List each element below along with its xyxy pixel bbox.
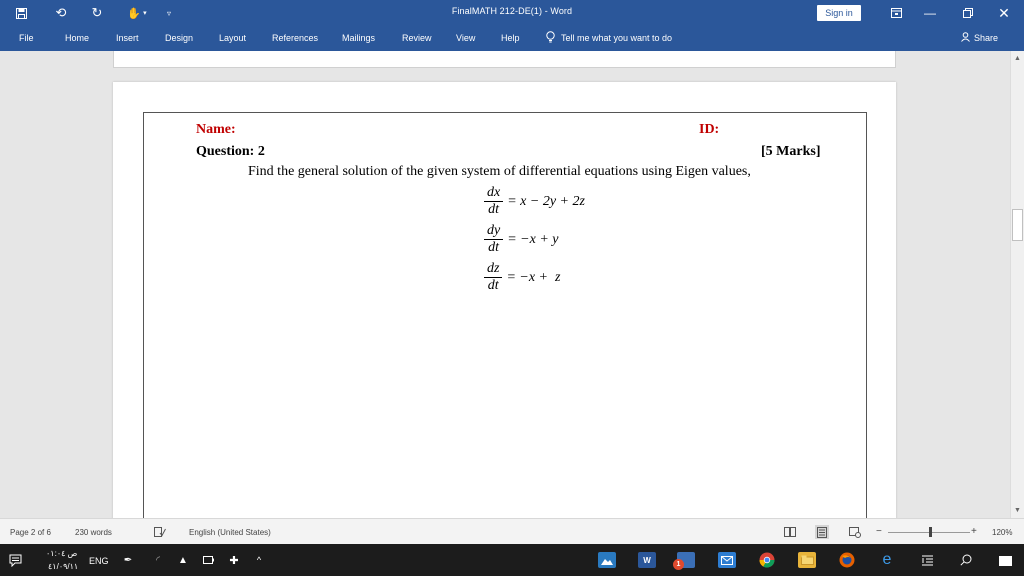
- teams-app-icon[interactable]: 1: [673, 552, 695, 570]
- document-page[interactable]: Name: ID: Question: 2 [5 Marks] Find the…: [113, 82, 896, 518]
- question-box: Name: ID: Question: 2 [5 Marks] Find the…: [143, 112, 867, 518]
- firefox-app-icon[interactable]: [838, 552, 856, 568]
- derivative-fraction: dz dt: [484, 261, 503, 294]
- tell-me-text: Tell me what you want to do: [561, 33, 673, 43]
- tab-layout[interactable]: Layout: [219, 33, 246, 43]
- tab-design[interactable]: Design: [165, 33, 193, 43]
- close-icon[interactable]: ✕: [990, 2, 1018, 24]
- derivative-fraction: dx dt: [484, 185, 504, 218]
- notification-badge: 1: [673, 559, 684, 570]
- page-count[interactable]: Page 2 of 6: [10, 528, 51, 537]
- tab-help[interactable]: Help: [501, 33, 520, 43]
- tab-insert[interactable]: Insert: [116, 33, 139, 43]
- restore-icon[interactable]: [954, 2, 982, 24]
- action-center-icon[interactable]: [6, 550, 24, 570]
- tab-review[interactable]: Review: [402, 33, 432, 43]
- minimize-icon[interactable]: —: [916, 2, 944, 24]
- chrome-app-icon[interactable]: [758, 552, 776, 568]
- previous-page: [113, 51, 896, 68]
- status-bar: Page 2 of 6 230 words English (United St…: [0, 518, 1024, 544]
- taskbar: ص ٠١:٠٤ ٤١/٠٩/١١ ENG ✒ ◜ ▲ ✚ ^ W 1 e: [0, 544, 1024, 576]
- equation-dx: dx dt = x − 2y + 2z: [484, 185, 585, 218]
- wifi-icon[interactable]: ◜: [150, 550, 166, 570]
- question-prompt: Find the general solution of the given s…: [248, 164, 751, 179]
- fraction-denominator: dt: [488, 240, 500, 255]
- title-bar: ⟲ ↻ ✋ ▾ ▿ FinalMATH 212-DE(1) - Word Sign…: [0, 0, 1024, 26]
- fraction-numerator: dz: [484, 261, 503, 278]
- network-icon[interactable]: ▲: [175, 550, 191, 570]
- search-icon[interactable]: [958, 550, 974, 570]
- marks-label: [5 Marks]: [761, 144, 821, 159]
- word-app-icon[interactable]: W: [638, 552, 656, 568]
- ribbon-tabs: File Home Insert Design Layout Reference…: [0, 26, 1024, 51]
- window-title: FinalMATH 212-DE(1) - Word: [451, 6, 573, 16]
- tell-me-box[interactable]: Tell me what you want to do: [546, 31, 672, 45]
- equation-dz: dz dt = −x + z: [484, 261, 560, 294]
- lightbulb-icon: [546, 31, 555, 45]
- input-language[interactable]: ENG: [89, 556, 109, 566]
- sign-in-button[interactable]: Sign in: [817, 5, 861, 21]
- proofing-icon[interactable]: [153, 525, 167, 539]
- internet-explorer-icon[interactable]: e: [878, 551, 896, 568]
- print-layout-icon[interactable]: [815, 525, 829, 539]
- file-explorer-icon[interactable]: [798, 552, 816, 568]
- zoom-out-button[interactable]: −: [876, 526, 882, 537]
- share-button[interactable]: Share: [961, 32, 998, 44]
- fraction-numerator: dy: [484, 223, 504, 240]
- windows-start-icon[interactable]: [996, 550, 1014, 570]
- zoom-in-button[interactable]: +: [971, 526, 977, 537]
- person-icon: [961, 32, 970, 44]
- language-indicator[interactable]: English (United States): [189, 528, 271, 537]
- photos-app-icon[interactable]: [598, 552, 616, 568]
- equation-rhs: = x − 2y + 2z: [507, 193, 585, 209]
- web-layout-icon[interactable]: [848, 525, 862, 539]
- fraction-denominator: dt: [487, 278, 499, 293]
- defender-icon[interactable]: ✚: [227, 550, 241, 570]
- fraction-denominator: dt: [488, 202, 500, 217]
- mail-app-icon[interactable]: [718, 552, 736, 568]
- vertical-scrollbar[interactable]: ▲ ▼: [1010, 51, 1024, 518]
- clock-time[interactable]: ص ٠١:٠٤: [46, 549, 77, 558]
- id-label: ID:: [699, 122, 720, 137]
- tab-references[interactable]: References: [272, 33, 318, 43]
- name-label: Name:: [196, 122, 236, 137]
- read-mode-icon[interactable]: [783, 525, 797, 539]
- word-count[interactable]: 230 words: [75, 528, 112, 537]
- ribbon-display-options-icon[interactable]: [882, 2, 910, 24]
- equation-rhs: = −x + z: [506, 269, 561, 285]
- zoom-level[interactable]: 120%: [992, 528, 1012, 537]
- task-view-icon[interactable]: [919, 550, 935, 570]
- equation-dy: dy dt = −x + y: [484, 223, 559, 256]
- question-label: Question: 2: [196, 144, 265, 159]
- equation-rhs: = −x + y: [507, 231, 559, 247]
- derivative-fraction: dy dt: [484, 223, 504, 256]
- tab-file[interactable]: File: [19, 33, 34, 43]
- scrollbar-thumb[interactable]: [1012, 209, 1023, 241]
- show-hidden-icons-icon[interactable]: ^: [252, 550, 266, 570]
- pen-icon[interactable]: ✒: [120, 550, 136, 570]
- battery-icon[interactable]: [201, 550, 215, 570]
- share-label: Share: [974, 33, 999, 43]
- tab-mailings[interactable]: Mailings: [342, 33, 375, 43]
- zoom-slider-thumb[interactable]: [929, 527, 932, 537]
- document-area[interactable]: Name: ID: Question: 2 [5 Marks] Find the…: [0, 51, 1010, 518]
- fraction-numerator: dx: [484, 185, 504, 202]
- clock-date[interactable]: ٤١/٠٩/١١: [48, 562, 78, 571]
- tab-view[interactable]: View: [456, 33, 475, 43]
- scroll-up-arrow-icon[interactable]: ▲: [1011, 52, 1024, 64]
- scroll-down-arrow-icon[interactable]: ▼: [1011, 504, 1024, 516]
- tab-home[interactable]: Home: [65, 33, 89, 43]
